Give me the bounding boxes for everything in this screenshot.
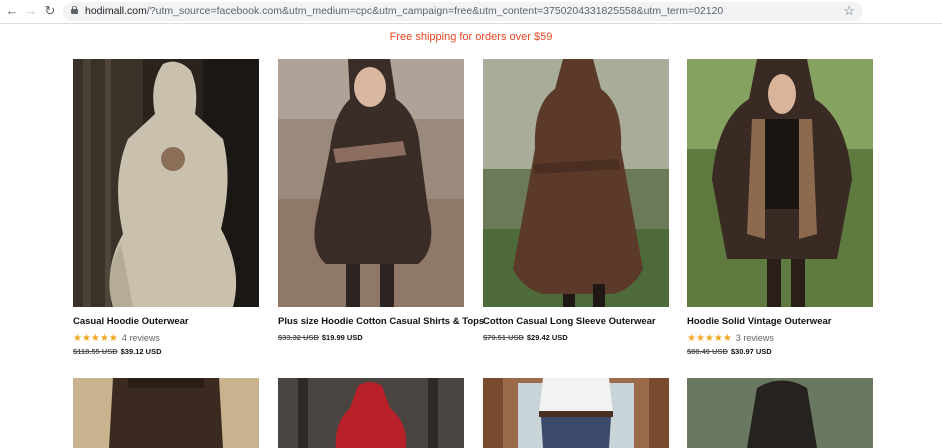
product-image[interactable] [278,59,464,307]
forward-arrow-icon[interactable]: → [23,3,39,19]
review-count[interactable]: 4 reviews [122,333,160,343]
product-price: $118.55 USD $39.12 USD [73,347,259,356]
product-price: $33.32 USD $19.99 USD [278,333,464,342]
sale-price: $39.12 USD [120,347,162,356]
product-title[interactable]: Hoodie Solid Vintage Outerwear [687,316,873,327]
address-bar[interactable]: hodimall.com/?utm_source=facebook.com&ut… [63,2,863,21]
product-card[interactable]: Casual Hoodie Outerwear ★★★★★ 4 reviews … [73,59,259,356]
original-price: $118.55 USD [73,347,118,356]
product-title[interactable]: Casual Hoodie Outerwear [73,316,259,327]
url-path: /?utm_source=facebook.com&utm_medium=cpc… [146,5,724,17]
product-image[interactable] [483,59,669,307]
product-price: $79.51 USD $29.42 USD [483,333,669,342]
url-text: hodimall.com/?utm_source=facebook.com&ut… [85,5,723,17]
sale-price: $29.42 USD [526,333,568,342]
bookmark-star-icon[interactable]: ☆ [843,3,855,19]
url-host: hodimall.com [85,5,147,17]
rating-stars-icon: ★★★★★ [687,332,732,344]
rating-stars-icon: ★★★★★ [73,332,118,344]
product-image[interactable] [73,378,259,448]
product-price: $88.49 USD $30.97 USD [687,347,873,356]
review-count[interactable]: 3 reviews [736,333,774,343]
product-image[interactable] [687,378,873,448]
product-title[interactable]: Cotton Casual Long Sleeve Outerwear [483,316,669,327]
original-price: $33.32 USD [278,333,319,342]
lock-icon [71,6,78,14]
product-card[interactable]: Plus size Hoodie Cotton Casual Shirts & … [278,59,484,342]
product-rating: ★★★★★ 3 reviews [687,332,873,344]
reload-icon[interactable]: ↻ [42,3,58,19]
free-shipping-banner: Free shipping for orders over $59 [389,31,553,43]
product-image[interactable] [687,59,873,307]
product-image[interactable] [483,378,669,448]
browser-toolbar: ← → ↻ hodimall.com/?utm_source=facebook.… [0,0,942,24]
sale-price: $19.99 USD [321,333,363,342]
original-price: $88.49 USD [687,347,728,356]
back-arrow-icon[interactable]: ← [4,3,20,19]
product-title[interactable]: Plus size Hoodie Cotton Casual Shirts & … [278,316,484,327]
product-card[interactable]: Hoodie Solid Vintage Outerwear ★★★★★ 3 r… [687,59,873,356]
product-rating: ★★★★★ 4 reviews [73,332,259,344]
product-image[interactable] [278,378,464,448]
product-card[interactable]: Cotton Casual Long Sleeve Outerwear $79.… [483,59,669,342]
original-price: $79.51 USD [483,333,524,342]
sale-price: $30.97 USD [730,347,772,356]
product-image[interactable] [73,59,259,307]
